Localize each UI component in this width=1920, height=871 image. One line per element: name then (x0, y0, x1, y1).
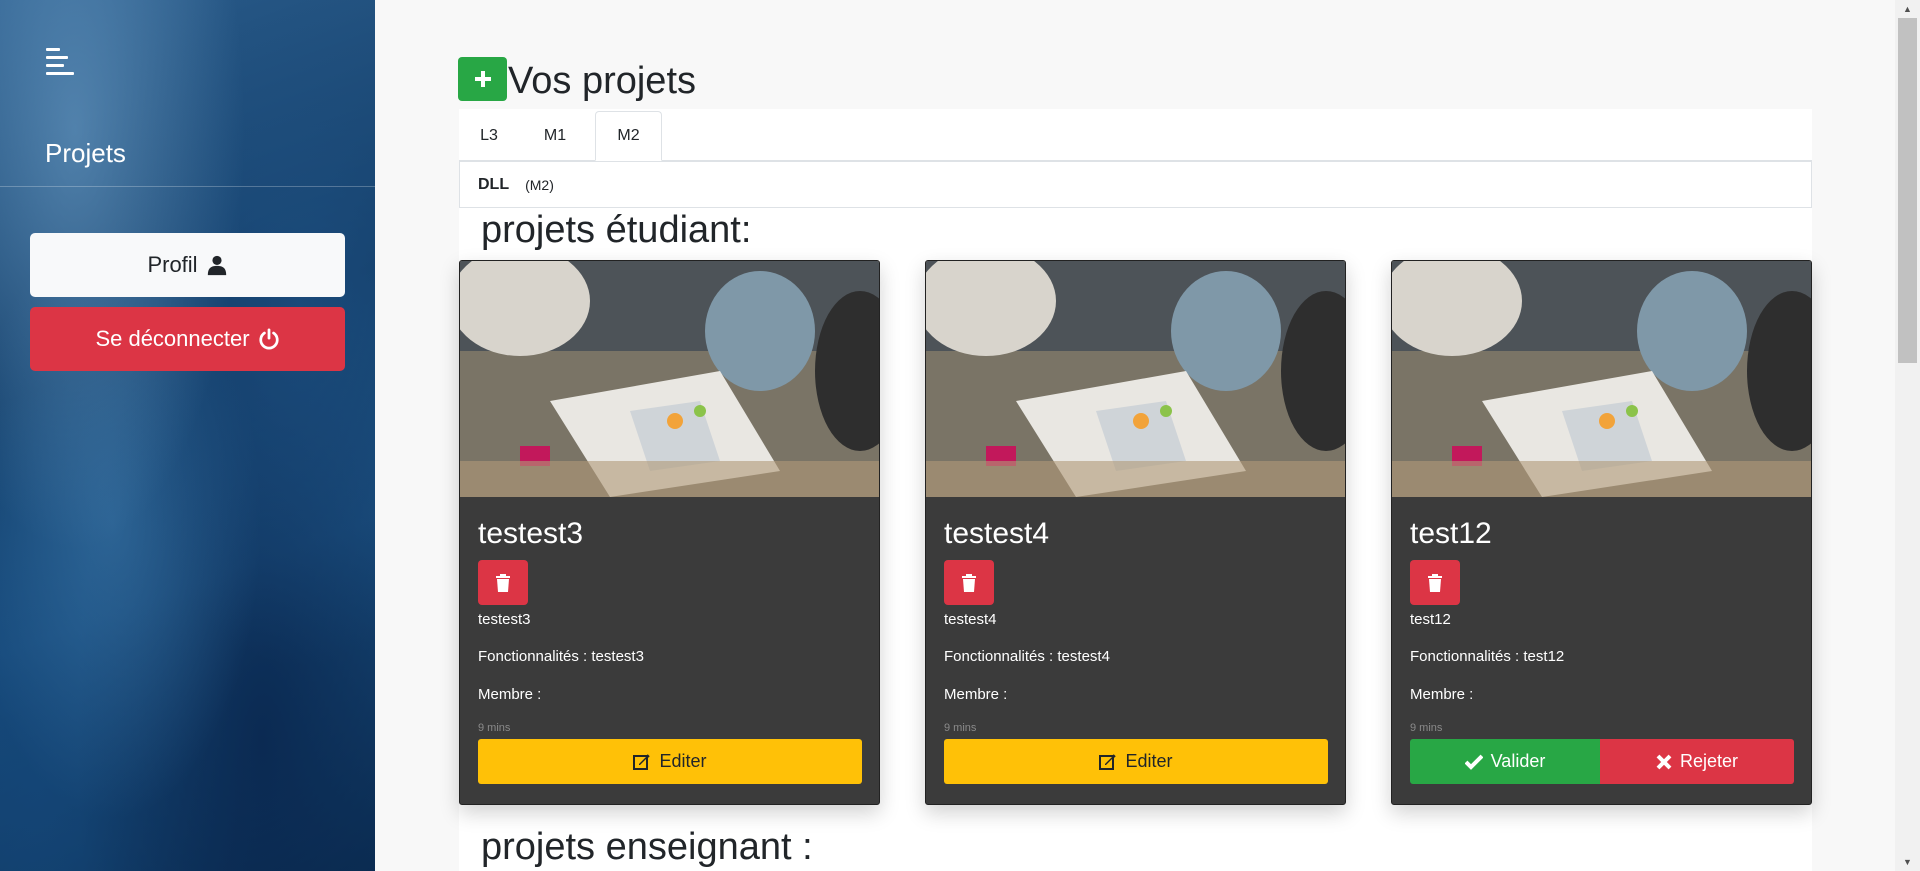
edit-button-label: Editer (659, 751, 707, 771)
delete-button[interactable] (478, 560, 528, 605)
course-name: DLL (478, 175, 510, 193)
tab-m2[interactable]: M2 (595, 111, 662, 161)
edit-icon (1099, 753, 1117, 770)
scroll-up-icon[interactable]: ▲ (1895, 0, 1920, 18)
project-features: Fonctionnalités : testest4 (944, 648, 1110, 665)
power-icon (258, 328, 279, 350)
logout-button-label: Se déconnecter (95, 326, 250, 351)
edit-button-label: Editer (1125, 751, 1173, 771)
sidebar: Projets Profil Se déconnecter (0, 0, 375, 871)
sidebar-divider (0, 186, 375, 187)
course-bar: DLL (M2) (459, 161, 1812, 208)
sidebar-title: Projets (45, 138, 126, 168)
trash-icon (962, 573, 976, 592)
add-project-button[interactable] (458, 57, 507, 101)
project-image (1392, 261, 1811, 497)
project-title: testest3 (478, 517, 584, 550)
check-icon (1464, 754, 1483, 770)
edit-icon (633, 753, 651, 770)
tab-l3[interactable]: L3 (459, 111, 519, 161)
project-members: Membre : (944, 686, 1008, 703)
delete-button[interactable] (1410, 560, 1460, 605)
project-card: test12 test12 Fonctionnalités : test12 M… (1391, 260, 1812, 805)
scroll-down-icon[interactable]: ▼ (1895, 853, 1920, 871)
project-title: testest4 (944, 517, 1050, 550)
trash-icon (1428, 573, 1442, 592)
plus-icon (474, 71, 491, 87)
scroll-thumb[interactable] (1898, 18, 1917, 363)
projects-panel: L3 M1 M2 DLL (M2) projets étudiant: test… (459, 109, 1812, 871)
project-time: 9 mins (1410, 722, 1443, 734)
project-image (460, 261, 879, 497)
delete-button[interactable] (944, 560, 994, 605)
page-scrollbar[interactable]: ▲ ▼ (1895, 0, 1920, 871)
logout-button[interactable]: Se déconnecter (30, 307, 345, 371)
project-members: Membre : (1410, 686, 1474, 703)
reject-button-label: Rejeter (1679, 751, 1739, 771)
trash-icon (496, 573, 510, 592)
student-projects-heading: projets étudiant: (481, 209, 752, 251)
level-tabs: L3 M1 M2 (459, 109, 1812, 161)
project-image (926, 261, 1345, 497)
project-title: test12 (1410, 517, 1492, 550)
project-time: 9 mins (478, 722, 511, 734)
project-time: 9 mins (944, 722, 977, 734)
project-features: Fonctionnalités : test12 (1410, 648, 1565, 665)
course-level: (M2) (525, 176, 554, 193)
project-description: testest3 (478, 611, 531, 628)
page-title: Vos projets (508, 60, 696, 102)
tab-m1[interactable]: M1 (519, 111, 591, 161)
project-description: testest4 (944, 611, 997, 628)
teacher-projects-heading: projets enseignant : (481, 826, 813, 868)
project-description: test12 (1410, 611, 1451, 628)
project-card: testest3 testest3 Fonctionnalités : test… (459, 260, 880, 805)
main-content: Vos projets L3 M1 M2 DLL (M2) projets ét… (375, 0, 1895, 871)
edit-button[interactable]: Editer (944, 739, 1328, 784)
reject-button[interactable]: Rejeter (1600, 739, 1794, 784)
validate-button[interactable]: Valider (1410, 739, 1600, 784)
times-icon (1656, 754, 1672, 769)
project-card: testest4 testest4 Fonctionnalités : test… (925, 260, 1346, 805)
hamburger-menu-icon[interactable] (46, 48, 74, 76)
project-members: Membre : (478, 686, 542, 703)
project-features: Fonctionnalités : testest3 (478, 648, 644, 665)
edit-button[interactable]: Editer (478, 739, 862, 784)
user-icon (207, 255, 226, 276)
validate-button-label: Valider (1490, 751, 1546, 771)
profile-button[interactable]: Profil (30, 233, 345, 297)
profile-button-label: Profil (147, 252, 198, 277)
